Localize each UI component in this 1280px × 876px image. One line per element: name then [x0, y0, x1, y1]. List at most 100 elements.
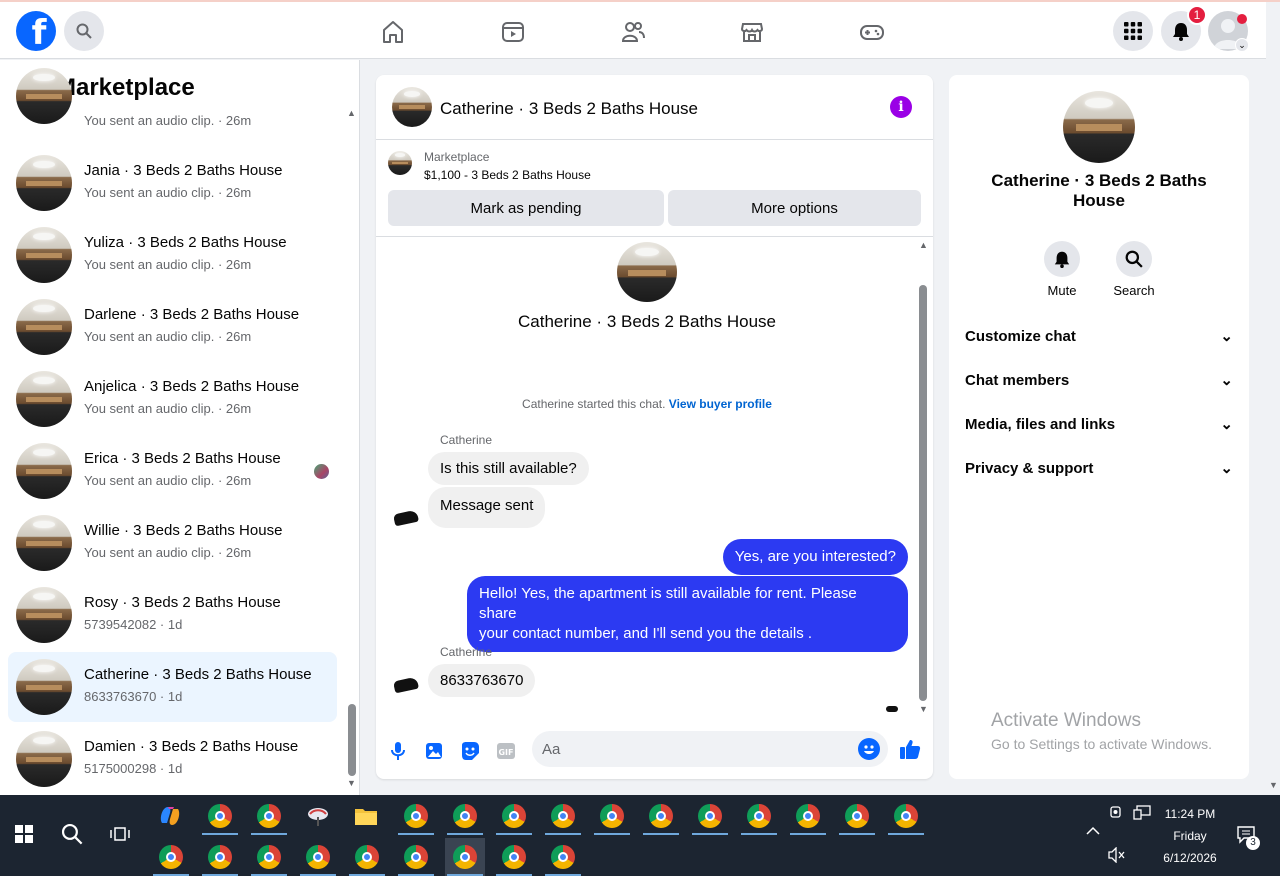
customize-chat-section[interactable]: Customize chat ⌄: [965, 321, 1233, 351]
scroll-down-icon[interactable]: ▼: [1269, 780, 1278, 790]
info-icon[interactable]: i: [890, 96, 912, 118]
meet-now-icon[interactable]: [1110, 805, 1124, 822]
nav-gaming[interactable]: [854, 14, 890, 50]
chrome-icon[interactable]: [151, 838, 191, 876]
chrome-icon[interactable]: [200, 797, 240, 835]
chrome-icon[interactable]: [690, 797, 730, 835]
inbox-scrollbar[interactable]: ▲ ▼: [346, 108, 358, 788]
show-hidden-icons[interactable]: [1086, 825, 1100, 839]
incoming-message[interactable]: 8633763670: [428, 664, 536, 697]
conversation-preview: You sent an audio clip. · 26m: [84, 545, 252, 560]
chat-profile-picture: [617, 242, 677, 302]
microphone-icon[interactable]: [386, 739, 410, 763]
incoming-message[interactable]: Message sent: [428, 487, 546, 528]
clock-time[interactable]: 11:24 PM: [1160, 807, 1220, 821]
conversation-item[interactable]: Jania · 3 Beds 2 Baths House You sent an…: [8, 148, 337, 218]
marketplace-icon: [740, 23, 764, 42]
sticker-icon[interactable]: [458, 739, 482, 763]
chrome-icon[interactable]: [494, 797, 534, 835]
file-explorer-icon[interactable]: [346, 797, 386, 835]
watermark-title: Activate Windows: [991, 710, 1141, 731]
chrome-icon[interactable]: [396, 797, 436, 835]
nav-home[interactable]: [375, 14, 411, 50]
chrome-icon[interactable]: [641, 797, 681, 835]
chat-header: Catherine · 3 Beds 2 Baths House i: [376, 75, 933, 140]
scroll-up-icon[interactable]: ▲: [919, 240, 928, 250]
view-buyer-profile-link[interactable]: View buyer profile: [669, 397, 772, 411]
facebook-logo[interactable]: f: [16, 11, 56, 51]
like-thumb-icon[interactable]: [898, 737, 922, 761]
privacy-support-section[interactable]: Privacy & support ⌄: [965, 453, 1233, 483]
chrome-icon-active[interactable]: [445, 838, 485, 876]
more-options-button[interactable]: More options: [668, 190, 921, 226]
conversation-item[interactable]: Damien · 3 Beds 2 Baths House 5175000298…: [8, 724, 337, 794]
outgoing-message[interactable]: Hello! Yes, the apartment is still avail…: [467, 576, 908, 652]
clock-date[interactable]: 6/12/2026: [1155, 851, 1225, 865]
nav-video[interactable]: [495, 14, 531, 50]
nav-marketplace[interactable]: [734, 14, 770, 50]
chrome-icon[interactable]: [543, 838, 583, 876]
message-input-box[interactable]: [532, 731, 888, 767]
conversation-name: Yuliza · 3 Beds 2 Baths House: [84, 234, 287, 251]
network-icon[interactable]: [1133, 805, 1151, 824]
clock-day[interactable]: Friday: [1160, 829, 1220, 843]
copilot-icon[interactable]: [150, 797, 190, 835]
chrome-icon[interactable]: [543, 797, 583, 835]
mark-as-pending-button[interactable]: Mark as pending: [388, 190, 664, 226]
message-sender: Catherine: [440, 433, 493, 447]
conversation-item[interactable]: Anjelica · 3 Beds 2 Baths House You sent…: [8, 364, 337, 434]
scroll-up-icon[interactable]: ▲: [347, 108, 356, 118]
chrome-icon[interactable]: [396, 838, 436, 876]
chrome-icon[interactable]: [249, 797, 289, 835]
chrome-icon[interactable]: [200, 838, 240, 876]
media-files-links-section[interactable]: Media, files and links ⌄: [965, 409, 1233, 439]
chrome-icon[interactable]: [788, 797, 828, 835]
app-icon[interactable]: [298, 797, 338, 835]
chrome-icon[interactable]: [298, 838, 338, 876]
windows-start-icon[interactable]: [4, 815, 44, 853]
chat-title[interactable]: Catherine · 3 Beds 2 Baths House: [440, 99, 698, 119]
task-view-icon[interactable]: [100, 815, 140, 853]
scrollbar-thumb[interactable]: [919, 285, 927, 701]
listing-price[interactable]: $1,100 - 3 Beds 2 Baths House: [424, 168, 591, 182]
chrome-icon[interactable]: [445, 797, 485, 835]
conversation-item[interactable]: Darlene · 3 Beds 2 Baths House You sent …: [8, 292, 337, 362]
scroll-down-icon[interactable]: ▼: [347, 778, 356, 788]
scroll-down-icon[interactable]: ▼: [919, 704, 928, 714]
nav-friends[interactable]: [615, 14, 651, 50]
listing-thumbnail: [16, 227, 72, 283]
conversation-name: Rosy · 3 Beds 2 Baths House: [84, 594, 281, 611]
mute-button[interactable]: Mute: [1027, 241, 1097, 298]
conversation-partial[interactable]: You sent an audio clip. · 26m: [8, 68, 337, 140]
conversation-item[interactable]: Rosy · 3 Beds 2 Baths House 5739542082 ·…: [8, 580, 337, 650]
search-in-chat-button[interactable]: Search: [1099, 241, 1169, 298]
chat-members-section[interactable]: Chat members ⌄: [965, 365, 1233, 395]
menu-button[interactable]: [1113, 11, 1153, 51]
chrome-icon[interactable]: [886, 797, 926, 835]
conversation-item[interactable]: Yuliza · 3 Beds 2 Baths House You sent a…: [8, 220, 337, 290]
chrome-icon[interactable]: [347, 838, 387, 876]
incoming-message[interactable]: Is this still available?: [428, 452, 589, 485]
taskbar-search-icon[interactable]: [52, 815, 92, 853]
scrollbar-thumb[interactable]: [348, 704, 356, 776]
chrome-icon[interactable]: [494, 838, 534, 876]
chrome-icon[interactable]: [837, 797, 877, 835]
conversation-item[interactable]: Willie · 3 Beds 2 Baths House You sent a…: [8, 508, 337, 578]
chat-scrollbar[interactable]: ▲ ▼: [917, 240, 929, 715]
message-input[interactable]: [542, 737, 842, 761]
outgoing-message[interactable]: Yes, are you interested?: [722, 539, 908, 575]
notifications-button[interactable]: 1: [1161, 5, 1207, 51]
conversation-item[interactable]: Erica · 3 Beds 2 Baths House You sent an…: [8, 436, 337, 506]
chat-avatar[interactable]: [392, 87, 432, 127]
account-dropdown[interactable]: ⌄: [1235, 38, 1249, 52]
photo-icon[interactable]: [422, 739, 446, 763]
chrome-icon[interactable]: [739, 797, 779, 835]
chrome-icon[interactable]: [249, 838, 289, 876]
gif-icon[interactable]: GIF: [494, 739, 518, 763]
search-button[interactable]: [64, 11, 104, 51]
chrome-icon[interactable]: [592, 797, 632, 835]
emoji-icon[interactable]: [858, 738, 880, 760]
conversation-item-active[interactable]: Catherine · 3 Beds 2 Baths House 8633763…: [8, 652, 337, 722]
speaker-muted-icon[interactable]: [1108, 846, 1126, 866]
page-scrollbar[interactable]: ▼: [1266, 60, 1280, 795]
